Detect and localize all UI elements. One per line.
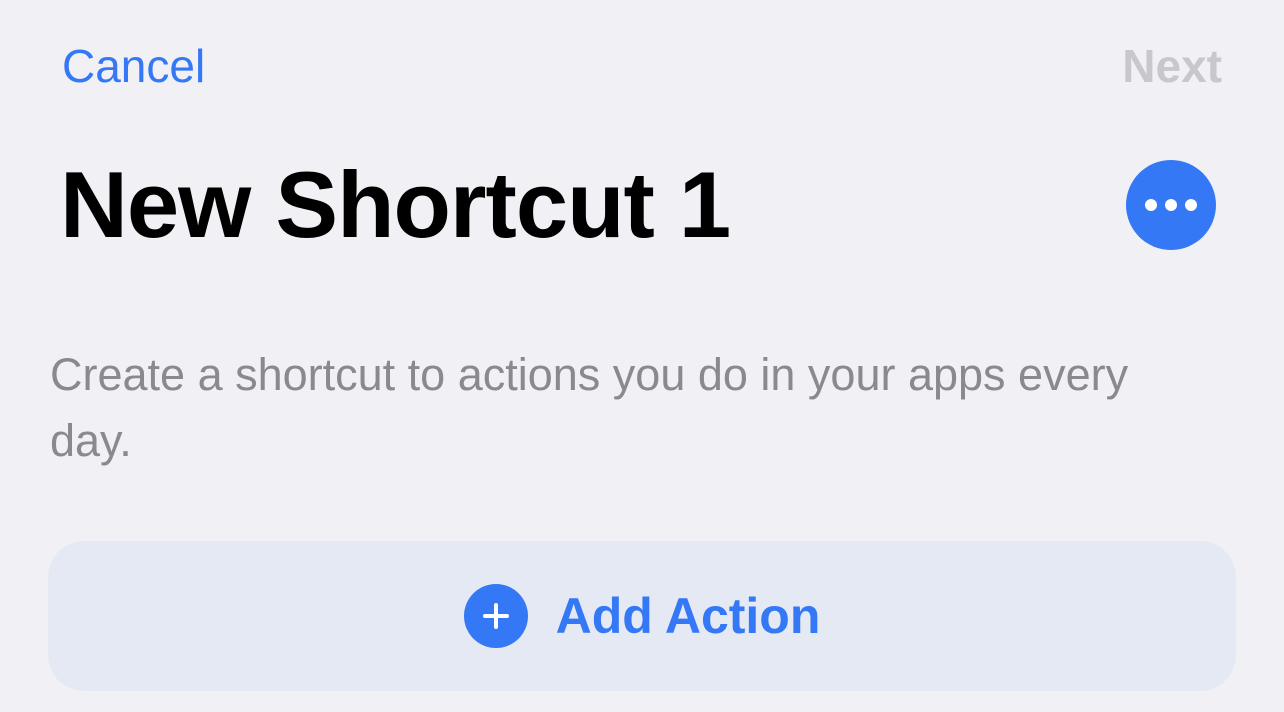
add-action-label: Add Action: [555, 588, 821, 644]
ellipsis-icon-dot: [1185, 199, 1197, 211]
next-button[interactable]: Next: [1122, 38, 1222, 94]
cancel-button[interactable]: Cancel: [62, 38, 205, 94]
ellipsis-icon-dot: [1165, 199, 1177, 211]
shortcut-description: Create a shortcut to actions you do in y…: [50, 349, 1129, 466]
add-action-button[interactable]: Add Action: [48, 541, 1236, 691]
page-title: New Shortcut 1: [60, 152, 731, 257]
plus-glyph: [482, 603, 509, 629]
more-options-button[interactable]: [1126, 160, 1216, 250]
plus-circle-icon: [463, 584, 528, 648]
ellipsis-icon: [1145, 199, 1157, 211]
